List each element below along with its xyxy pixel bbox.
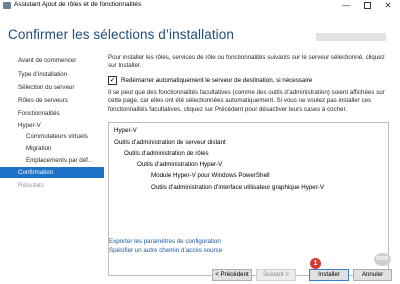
- nav-default-stores[interactable]: Emplacements par déf...: [26, 157, 93, 164]
- close-button[interactable]: ✕: [378, 0, 398, 12]
- nav-before-you-begin[interactable]: Avant de commencer: [18, 57, 76, 64]
- nav-server-roles[interactable]: Rôles de serveurs: [18, 97, 68, 104]
- minimize-button[interactable]: —: [336, 0, 356, 12]
- nav-confirmation[interactable]: Confirmation: [0, 167, 104, 178]
- nav-installation-type[interactable]: Type d’installation: [18, 71, 67, 78]
- title-bar: Assistant Ajout de rôles et de fonctionn…: [0, 0, 400, 12]
- nav-server-selection[interactable]: Sélection du serveur: [18, 84, 74, 91]
- list-item: Outils d’administration de rôles: [124, 150, 209, 157]
- list-item: Outils d’administration d’interface util…: [151, 184, 324, 191]
- list-item: Outils d’administration Hyper-V: [137, 161, 223, 168]
- intro-text: Pour installer les rôles, services de rô…: [108, 54, 385, 70]
- maximize-button[interactable]: [357, 0, 377, 12]
- step-annotation-badge: 1: [310, 258, 321, 269]
- nav-hyper-v[interactable]: Hyper-V: [18, 122, 41, 129]
- destination-server-label: [316, 33, 386, 41]
- nav-features[interactable]: Fonctionnalités: [18, 110, 60, 117]
- list-item: Module Hyper-V pour Windows PowerShell: [151, 172, 270, 179]
- restart-checkbox-label[interactable]: Redémarrer automatiquement le serveur de…: [121, 76, 312, 85]
- watermark-logo: RDR: [374, 253, 391, 266]
- previous-button[interactable]: < Précédent: [212, 269, 252, 281]
- nav-confirmation-label: Confirmation: [18, 169, 54, 176]
- optional-features-note: Il se peut que des fonctionnalités facul…: [108, 89, 385, 113]
- install-button[interactable]: Installer: [309, 269, 349, 281]
- cancel-button[interactable]: Annuler: [353, 269, 392, 281]
- server-manager-icon: [3, 2, 11, 9]
- restart-checkbox[interactable]: ✓: [108, 76, 117, 85]
- next-button: Suivant >: [256, 269, 296, 281]
- alternate-source-link[interactable]: Spécifier un autre chemin d’accès source: [109, 247, 222, 254]
- window-title: Assistant Ajout de rôles et de fonctionn…: [14, 1, 142, 8]
- page-title: Confirmer les sélections d’installation: [8, 27, 234, 42]
- export-settings-link[interactable]: Exporter les paramètres de configuration: [109, 238, 221, 245]
- nav-results: Résultats: [18, 182, 44, 189]
- list-item: Hyper-V: [114, 127, 137, 134]
- list-item: Outils d’administration de serveur dista…: [114, 139, 226, 146]
- nav-migration[interactable]: Migration: [26, 145, 51, 152]
- maximize-icon: [363, 2, 371, 10]
- nav-virtual-switches[interactable]: Commutateurs virtuels: [26, 133, 88, 140]
